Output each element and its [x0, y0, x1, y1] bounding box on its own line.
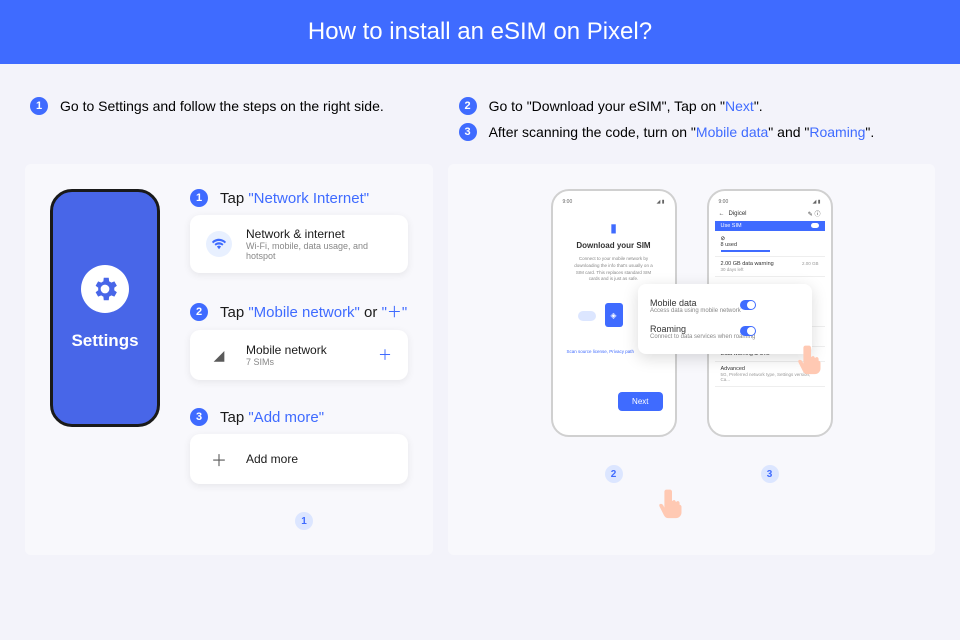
statusbar: 9:00◢ ▮ [559, 197, 669, 207]
panel-left: Settings 1 Tap "Network Internet" Networ… [25, 164, 433, 555]
instruction-1: 1 Go to Settings and follow the steps on… [30, 97, 459, 115]
sim-illustration: ◈ [584, 303, 644, 333]
carrier-title: ←Digicel✎ ⓘ [715, 207, 825, 220]
use-sim-row[interactable]: Use SIM [715, 221, 825, 231]
step-number-2: 2 [459, 97, 477, 115]
roaming-row[interactable]: Roaming Connect to data services when ro… [650, 324, 766, 340]
card-title: Mobile network [246, 343, 327, 357]
gear-icon [81, 265, 129, 313]
settings-phone-mockup: Settings [50, 189, 160, 427]
mobile-data-toggle[interactable] [740, 300, 756, 310]
sim-icon: ▮ [567, 221, 661, 235]
steps-list: 1 Tap "Network Internet" Network & inter… [190, 189, 408, 530]
instruction-2: 2 Go to "Download your eSIM", Tap on "Ne… [459, 97, 930, 115]
add-more-card[interactable]: ＋ Add more [190, 434, 408, 484]
statusbar: 9:00◢ ▮ [715, 197, 825, 207]
signal-icon: ◢ [206, 342, 232, 368]
network-internet-card[interactable]: Network & internet Wi-Fi, mobile, data u… [190, 215, 408, 273]
hand-pointer-icon [792, 338, 830, 378]
page-title: How to install an eSIM on Pixel? [0, 0, 960, 64]
instruction-2-text: Go to "Download your eSIM", Tap on "Next… [489, 98, 763, 114]
instructions-row: 1 Go to Settings and follow the steps on… [0, 64, 960, 149]
panel-right: 9:00◢ ▮ ▮ Download your SIM Connect to y… [448, 164, 935, 555]
panel-badge-2: 2 [605, 465, 623, 483]
step-1: 1 Tap "Network Internet" Network & inter… [190, 189, 408, 273]
step-2-number: 2 [190, 303, 208, 321]
download-title: Download your SIM [567, 241, 661, 250]
data-used-section: ⊘ 8 used [715, 232, 825, 257]
mobile-data-row[interactable]: Mobile data Access data using mobile net… [650, 298, 766, 314]
card-subtitle: 7 SIMs [246, 357, 327, 367]
instruction-3-text: After scanning the code, turn on "Mobile… [489, 124, 875, 140]
step-2: 2 Tap "Mobile network" or "＋" ◢ Mobile n… [190, 301, 408, 380]
card-title: Add more [246, 452, 298, 466]
instruction-3: 3 After scanning the code, turn on "Mobi… [459, 123, 930, 141]
data-warning-section: 2.00 GB data warning 2.00 GB 30 days lef… [715, 257, 825, 277]
settings-label: Settings [71, 331, 138, 351]
step-3-number: 3 [190, 408, 208, 426]
hand-pointer-icon [653, 482, 691, 522]
step-number-1: 1 [30, 97, 48, 115]
card-title: Network & internet [246, 227, 392, 241]
next-button[interactable]: Next [618, 392, 662, 411]
step-3: 3 Tap "Add more" ＋ Add more [190, 408, 408, 484]
plus-icon[interactable]: ＋ [378, 345, 392, 365]
panel-badge-3: 3 [761, 465, 779, 483]
roaming-toggle[interactable] [740, 326, 756, 336]
step-1-number: 1 [190, 189, 208, 207]
wifi-icon [206, 231, 232, 257]
plus-icon: ＋ [206, 446, 232, 472]
instruction-1-text: Go to Settings and follow the steps on t… [60, 98, 384, 114]
download-subtitle: Connect to your mobile network by downlo… [571, 256, 657, 283]
mobile-network-card[interactable]: ◢ Mobile network 7 SIMs ＋ [190, 330, 408, 380]
panel-badge-1: 1 [295, 512, 313, 530]
toggle-overlay: Mobile data Access data using mobile net… [638, 284, 812, 354]
step-number-3: 3 [459, 123, 477, 141]
card-subtitle: Wi-Fi, mobile, data usage, and hotspot [246, 241, 392, 261]
